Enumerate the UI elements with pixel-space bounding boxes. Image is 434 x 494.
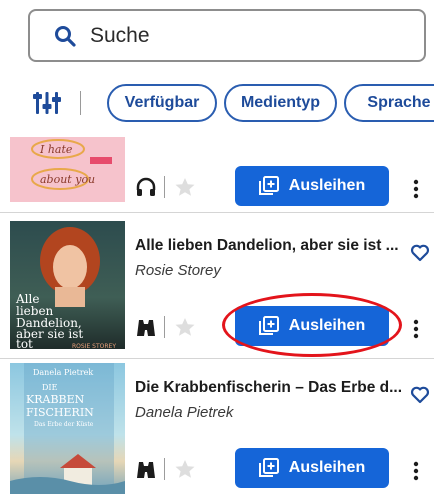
star-icon[interactable] <box>174 176 196 198</box>
headphones-icon <box>136 177 156 196</box>
row-divider <box>0 358 434 359</box>
svg-text:tot: tot <box>16 337 33 349</box>
svg-text:FISCHERIN: FISCHERIN <box>26 406 94 419</box>
chip-verfuegbar[interactable]: Verfügbar <box>107 84 217 122</box>
svg-text:KRABBEN: KRABBEN <box>26 393 85 406</box>
svg-text:about you: about you <box>40 173 95 186</box>
star-icon[interactable] <box>174 316 196 338</box>
row-divider <box>0 212 434 213</box>
borrow-icon <box>258 176 279 195</box>
svg-text:I hate: I hate <box>39 143 73 156</box>
highlight-circle <box>222 293 402 357</box>
borrow-label: Ausleihen <box>288 459 366 476</box>
svg-text:Das Erbe der Küste: Das Erbe der Küste <box>34 421 94 428</box>
cover-author: Danela Pietrek <box>33 368 93 377</box>
search-icon <box>55 26 76 47</box>
borrow-label: Ausleihen <box>288 177 366 194</box>
heart-icon[interactable] <box>410 385 430 405</box>
borrow-button-1[interactable]: Ausleihen <box>235 166 389 206</box>
book-title[interactable]: Die Krabbenfischerin – Das Erbe d... <box>135 379 402 397</box>
book-author[interactable]: Rosie Storey <box>135 262 221 279</box>
more-options-icon[interactable] <box>412 179 420 199</box>
book-cover-1[interactable]: I hate about you <box>10 137 125 202</box>
divider <box>164 458 165 480</box>
book-title[interactable]: Alle lieben Dandelion, aber sie ist ... <box>135 237 399 255</box>
heart-icon[interactable] <box>410 243 430 263</box>
search-box[interactable]: Suche <box>28 9 426 62</box>
filter-sliders-icon[interactable] <box>33 90 61 116</box>
binoculars-icon <box>137 462 155 478</box>
svg-text:ROSIE STOREY: ROSIE STOREY <box>72 343 116 349</box>
filter-bar: Verfügbar Medientyp Sprache <box>0 78 434 128</box>
more-options-icon[interactable] <box>412 319 420 339</box>
borrow-icon <box>258 458 279 477</box>
svg-text:DIE: DIE <box>42 383 58 392</box>
more-options-icon[interactable] <box>412 461 420 481</box>
chip-sprache[interactable]: Sprache <box>344 84 434 122</box>
book-cover-2[interactable]: Alle lieben Dandelion, aber sie ist tot … <box>10 221 125 349</box>
search-input[interactable]: Suche <box>90 24 150 48</box>
divider <box>164 316 165 338</box>
filter-divider <box>80 91 81 115</box>
star-icon[interactable] <box>174 458 196 480</box>
borrow-button-3[interactable]: Ausleihen <box>235 448 389 488</box>
book-cover-3[interactable]: Danela Pietrek DIE KRABBEN FISCHERIN Das… <box>10 363 125 494</box>
divider <box>164 176 165 198</box>
chip-medientyp[interactable]: Medientyp <box>224 84 337 122</box>
book-author[interactable]: Danela Pietrek <box>135 404 233 421</box>
binoculars-icon <box>137 320 155 336</box>
